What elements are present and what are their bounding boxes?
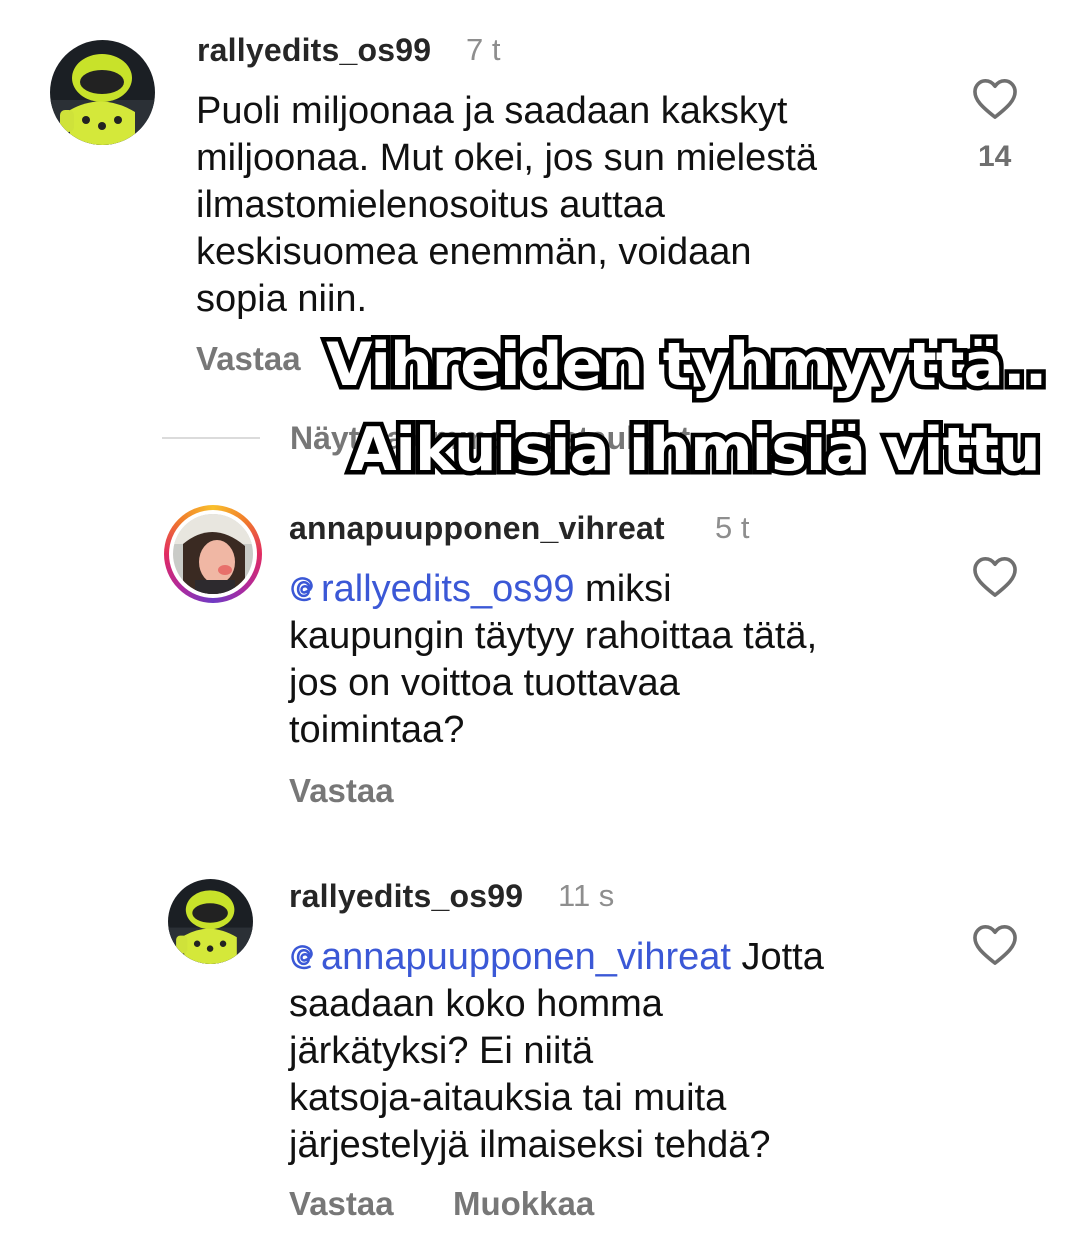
overlay-caption-line-2: Aikuisia ihmisiä vittu (346, 411, 1046, 490)
overlay-caption-line-1: Vihreiden tyhmyyttä.. (321, 326, 1051, 405)
mention-link[interactable]: annapuupponen_vihreat (289, 936, 731, 978)
comment-username[interactable]: rallyedits_os99 (289, 878, 523, 915)
comment-text: annapuupponen_vihreat Jotta saadaan koko… (289, 936, 824, 1166)
comment-username[interactable]: annapuupponen_vihreat (289, 510, 665, 547)
story-ring[interactable] (164, 505, 262, 603)
like-count: 14 (978, 140, 1012, 173)
avatar[interactable] (168, 879, 253, 964)
heart-outline-icon[interactable] (972, 556, 1018, 603)
replies-divider (162, 437, 260, 439)
heart-outline-icon[interactable] (972, 78, 1018, 125)
avatar (173, 514, 253, 594)
heart-outline-icon[interactable] (972, 924, 1018, 971)
comment-text: Puoli miljoonaa ja saadaan kakskyt miljo… (196, 90, 817, 320)
reply-button[interactable]: Vastaa (196, 340, 301, 378)
threads-at-icon (291, 945, 313, 970)
comment-text: rallyedits_os99 miksi kaupungin täytyy r… (289, 568, 818, 751)
avatar[interactable] (50, 40, 155, 145)
threads-at-icon (291, 577, 313, 602)
comment-time: 7 t (466, 32, 501, 67)
edit-button[interactable]: Muokkaa (453, 1185, 594, 1223)
mention-link[interactable]: rallyedits_os99 (289, 568, 574, 610)
comment-username[interactable]: rallyedits_os99 (197, 32, 431, 69)
comment-time: 11 s (558, 878, 615, 913)
reply-button[interactable]: Vastaa (289, 772, 394, 810)
reply-button[interactable]: Vastaa (289, 1185, 394, 1223)
comment-time: 5 t (715, 510, 750, 545)
